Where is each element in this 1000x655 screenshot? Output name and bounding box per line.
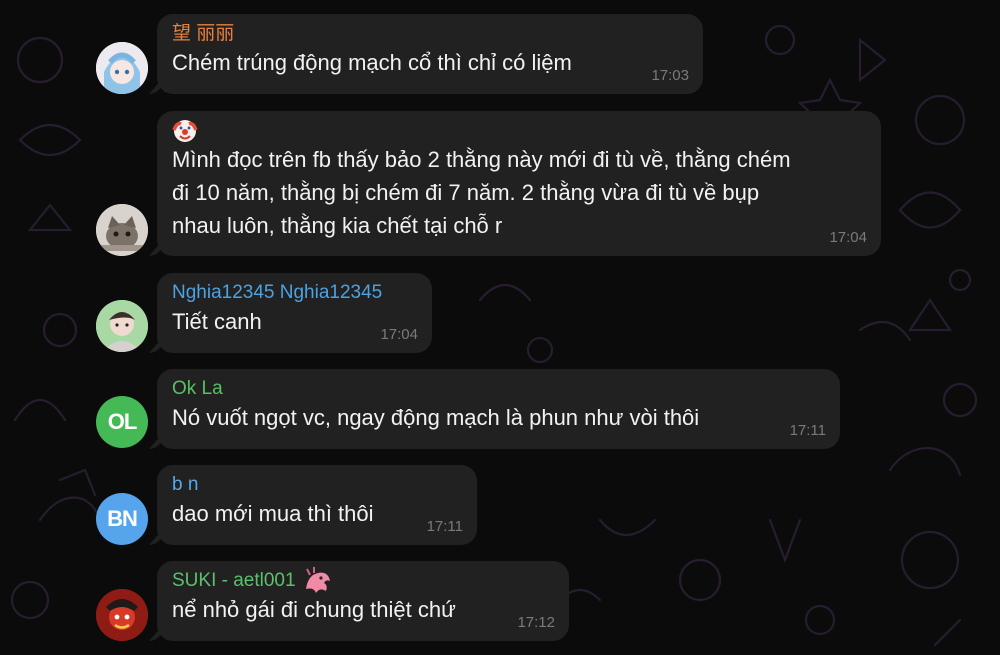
message-line: nhau luôn, thằng kia chết tại chỗ r	[172, 213, 503, 238]
message-text: Tiết canh	[172, 309, 262, 334]
message-time: 17:04	[380, 326, 418, 343]
sender-name[interactable]: SUKI - aetl001	[172, 567, 553, 593]
message-text: Nó vuốt ngọt vc, ngay động mạch là phun …	[172, 405, 700, 430]
sender-name[interactable]: 望 丽丽	[172, 22, 687, 46]
message-bubble[interactable]: Nghia12345 Nghia12345 Tiết canh 17:04	[157, 273, 432, 353]
message-time: 17:03	[651, 67, 689, 84]
message-bubble[interactable]: Mình đọc trên fb thấy bảo 2 thằng này mớ…	[157, 111, 881, 256]
avatar[interactable]	[96, 42, 148, 94]
avatar[interactable]	[96, 300, 148, 352]
avatar[interactable]	[96, 204, 148, 256]
avatar[interactable]: BN	[96, 493, 148, 545]
anime-avatar-icon	[96, 42, 148, 94]
message-time: 17:11	[789, 422, 826, 439]
sender-name-text[interactable]: SUKI - aetl001	[172, 569, 296, 593]
message-line: Mình đọc trên fb thấy bảo 2 thằng này mớ…	[172, 147, 791, 172]
message-line: đi 10 năm, thằng bị chém đi 7 năm. 2 thằ…	[172, 180, 760, 205]
sender-name[interactable]	[172, 119, 865, 143]
message-text: nể nhỏ gái đi chung thiệt chứ	[172, 597, 456, 622]
message-bubble[interactable]: Ok La Nó vuốt ngọt vc, ngay động mạch là…	[157, 369, 840, 449]
message-time: 17:04	[829, 229, 867, 246]
chat-background-pattern	[10, 24, 978, 647]
avatar[interactable]	[96, 589, 148, 641]
message-bubble[interactable]: SUKI - aetl001 nể nhỏ gái đi chung thiệt…	[157, 561, 569, 641]
clown-face-icon	[172, 120, 198, 142]
sender-name[interactable]: Nghia12345 Nghia12345	[172, 281, 416, 305]
message-time: 17:11	[426, 518, 463, 535]
avatar[interactable]: OL	[96, 396, 148, 448]
sender-name[interactable]: Ok La	[172, 377, 824, 401]
message-text: dao mới mua thì thôi	[172, 501, 374, 526]
message-text: Mình đọc trên fb thấy bảo 2 thằng này mớ…	[172, 143, 865, 242]
person-avatar-icon	[96, 300, 148, 352]
dragon-sticker-icon	[305, 567, 330, 593]
character-avatar-icon	[96, 589, 148, 641]
message-text: Chém trúng động mạch cổ thì chỉ có liệm	[172, 50, 572, 75]
message-bubble[interactable]: b n dao mới mua thì thôi 17:11	[157, 465, 477, 545]
message-bubble[interactable]: 望 丽丽 Chém trúng động mạch cổ thì chỉ có …	[157, 14, 703, 94]
cat-avatar-icon	[96, 204, 148, 256]
message-time: 17:12	[517, 614, 555, 631]
sender-name[interactable]: b n	[172, 473, 461, 497]
